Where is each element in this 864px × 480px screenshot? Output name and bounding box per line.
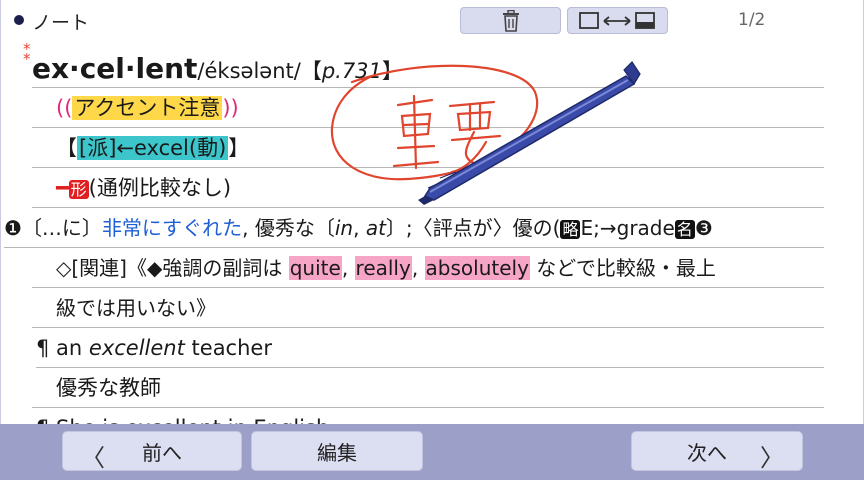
- usage-note-line: ◇[関連]《◆強調の副詞は quite, really, absolutely …: [32, 248, 824, 288]
- headword: ex·cel·lent: [32, 52, 198, 85]
- edit-label: 編集: [317, 440, 357, 465]
- importance-asterisks: * *: [23, 40, 31, 68]
- pos-badge: 形: [68, 180, 89, 199]
- next-label: 次へ: [687, 440, 727, 465]
- entry-content[interactable]: * * ex·cel·lent/éksələnt/【p.731】 ((アクセント注…: [0, 40, 864, 424]
- highlight-really: really: [354, 256, 412, 280]
- edit-button[interactable]: 編集: [251, 431, 423, 471]
- accent-note-line: ((アクセント注意)): [32, 88, 824, 128]
- footer-bar: 〈 前へ 編集 次へ 〉: [0, 424, 864, 480]
- bullet-icon: [14, 15, 24, 25]
- layout-toggle-button[interactable]: [567, 7, 668, 34]
- layout-toggle-icon: [578, 11, 655, 29]
- page-indicator: 1/2: [738, 10, 766, 30]
- sense-main: 非常にすぐれた: [101, 216, 243, 240]
- headword-line: * * ex·cel·lent/éksələnt/【p.731】: [23, 40, 824, 88]
- page-title: ノート: [32, 12, 90, 34]
- pos-line: ━ 形(通例比較なし): [32, 168, 824, 208]
- highlight-quite: quite: [288, 256, 342, 280]
- chevron-left-icon: 〈: [81, 444, 105, 472]
- derived-highlight: [派]←excel(動): [77, 136, 229, 160]
- trash-button[interactable]: [460, 7, 561, 34]
- example-translation-line: 優秀な教師: [32, 368, 824, 408]
- accent-note: アクセント注意: [72, 96, 223, 120]
- next-button[interactable]: 次へ 〉: [631, 431, 803, 472]
- highlight-absolutely: absolutely: [424, 256, 530, 280]
- prev-button[interactable]: 〈 前へ: [62, 431, 242, 472]
- prev-label: 前へ: [142, 440, 182, 465]
- pos-dash: ━: [56, 176, 69, 200]
- page-reference: p.731: [321, 59, 382, 83]
- example-line: ¶ an excellent teacher: [36, 328, 824, 368]
- pos-note: (通例比較なし): [88, 176, 232, 200]
- sense-line: ❶〔…に〕非常にすぐれた, 優秀な〔in, at〕;〈評点が〉優の(略 E;→gr…: [4, 208, 824, 248]
- usage-note-cont-line: 級では用いない》: [32, 288, 824, 328]
- example-line-partial: ¶ She is excellent in English.: [36, 408, 824, 424]
- pronunciation: /éksələnt/: [197, 59, 301, 83]
- chevron-right-icon: 〉: [760, 444, 784, 472]
- derived-line: 【[派]←excel(動)】: [32, 128, 824, 168]
- trash-icon: [502, 9, 519, 32]
- header-bar: ノート 1/2: [0, 0, 864, 40]
